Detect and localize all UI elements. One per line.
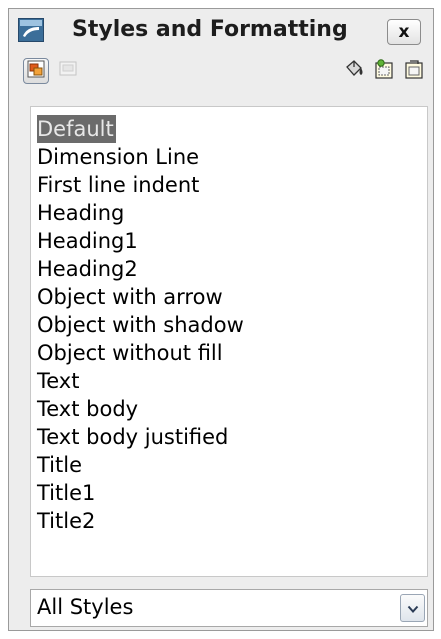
list-item-label: Text <box>37 369 80 393</box>
graphics-styles-button[interactable] <box>23 58 49 84</box>
list-item[interactable]: Text body <box>31 395 427 423</box>
list-item-label: Heading2 <box>37 257 138 281</box>
list-item-label: Object with shadow <box>37 313 244 337</box>
list-item-label: Object without fill <box>37 341 223 365</box>
list-item-label: First line indent <box>37 173 200 197</box>
list-item[interactable]: Text <box>31 367 427 395</box>
list-item[interactable]: Heading2 <box>31 255 427 283</box>
style-list[interactable]: Default Dimension Line First line indent… <box>30 106 428 577</box>
list-item-label: Object with arrow <box>37 285 223 309</box>
list-item[interactable]: Title1 <box>31 479 427 507</box>
list-item-label: Text body justified <box>37 425 229 449</box>
graphics-styles-icon <box>27 60 45 82</box>
list-item-label: Heading <box>37 201 125 225</box>
chevron-down-icon <box>407 599 419 618</box>
new-style-from-selection-button[interactable] <box>371 58 397 84</box>
list-item[interactable]: Default <box>31 115 427 143</box>
close-icon: x <box>398 22 410 42</box>
list-item-label: Text body <box>37 397 139 421</box>
filter-dropdown-button[interactable] <box>400 594 425 622</box>
list-item[interactable]: Dimension Line <box>31 143 427 171</box>
paint-bucket-icon <box>343 58 365 84</box>
list-item[interactable]: Title2 <box>31 507 427 535</box>
list-item[interactable]: Object with arrow <box>31 283 427 311</box>
style-toolbar <box>9 54 433 96</box>
list-item-label: Default <box>37 115 116 143</box>
presentation-styles-icon <box>59 60 77 82</box>
list-item-label: Title1 <box>37 481 96 505</box>
style-filter-select[interactable]: All Styles <box>30 589 428 627</box>
title-bar[interactable]: Styles and Formatting x <box>9 9 433 49</box>
list-item[interactable]: Heading <box>31 199 427 227</box>
window-title: Styles and Formatting <box>72 17 348 42</box>
styles-and-formatting-window: Styles and Formatting x Default Dimensio… <box>8 8 434 631</box>
close-button[interactable]: x <box>387 19 421 45</box>
list-item[interactable]: Object with shadow <box>31 311 427 339</box>
list-item[interactable]: First line indent <box>31 171 427 199</box>
list-item-label: Heading1 <box>37 229 138 253</box>
list-item-label: Title <box>37 453 83 477</box>
fill-format-mode-button[interactable] <box>341 58 367 84</box>
list-item-label: Title2 <box>37 509 96 533</box>
list-item[interactable]: Heading1 <box>31 227 427 255</box>
list-item-label: Dimension Line <box>37 145 200 169</box>
style-filter-value: All Styles <box>37 595 134 619</box>
update-style-button[interactable] <box>401 58 427 84</box>
presentation-styles-button[interactable] <box>55 58 81 84</box>
new-style-icon <box>373 58 395 84</box>
app-window-icon <box>18 18 44 42</box>
list-item[interactable]: Text body justified <box>31 423 427 451</box>
update-style-icon <box>403 58 425 84</box>
list-item[interactable]: Object without fill <box>31 339 427 367</box>
list-item[interactable]: Title <box>31 451 427 479</box>
